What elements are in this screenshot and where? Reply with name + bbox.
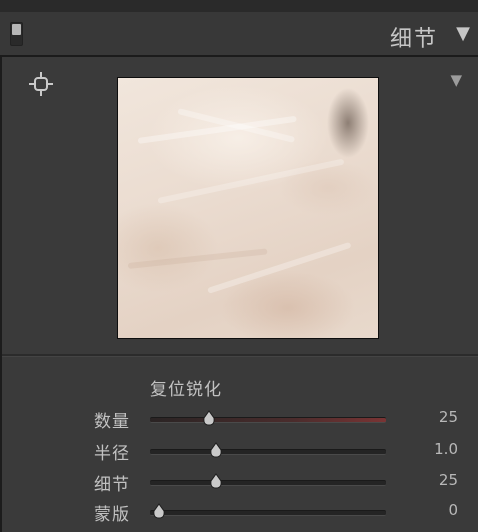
slider-value-amount[interactable]: 25 <box>439 408 458 426</box>
slider-label-masking: 蒙版 <box>94 505 130 525</box>
slider-track-amount[interactable] <box>150 417 386 423</box>
crosshair-target-icon[interactable] <box>28 71 54 97</box>
detail-panel-body: ▼ 复位锐化 数量 25 半径 1.0 细节 25 蒙版 0 <box>0 57 478 532</box>
slider-value-masking[interactable]: 0 <box>448 501 458 519</box>
panel-title: 细节 <box>389 27 438 52</box>
slider-track-masking[interactable] <box>150 510 386 516</box>
panel-toggle-switch[interactable] <box>10 22 23 46</box>
slider-row-masking: 蒙版 0 <box>2 498 478 525</box>
slider-thumb-radius[interactable] <box>209 442 223 458</box>
slider-label-radius: 半径 <box>94 444 130 464</box>
preview-expand-triangle-icon[interactable]: ▼ <box>450 71 462 89</box>
slider-track-detail[interactable] <box>150 480 386 486</box>
slider-value-detail[interactable]: 25 <box>439 471 458 489</box>
slider-track-radius[interactable] <box>150 449 386 455</box>
slider-row-radius: 半径 1.0 <box>2 437 478 464</box>
detail-panel-header[interactable]: 细节 ▼ <box>0 12 478 57</box>
slider-label-detail: 细节 <box>94 475 130 495</box>
panel-toggle-knob <box>12 24 21 35</box>
detail-preview-image[interactable] <box>117 77 379 339</box>
slider-row-detail: 细节 25 <box>2 468 478 495</box>
section-divider <box>2 354 478 357</box>
slider-value-radius[interactable]: 1.0 <box>434 440 458 458</box>
slider-label-amount: 数量 <box>94 412 130 432</box>
slider-thumb-amount[interactable] <box>202 410 216 426</box>
sharpening-section-title[interactable]: 复位锐化 <box>150 375 222 400</box>
slider-row-amount: 数量 25 <box>2 405 478 432</box>
collapse-triangle-icon[interactable]: ▼ <box>456 23 470 44</box>
slider-thumb-masking[interactable] <box>152 503 166 519</box>
slider-thumb-detail[interactable] <box>209 473 223 489</box>
